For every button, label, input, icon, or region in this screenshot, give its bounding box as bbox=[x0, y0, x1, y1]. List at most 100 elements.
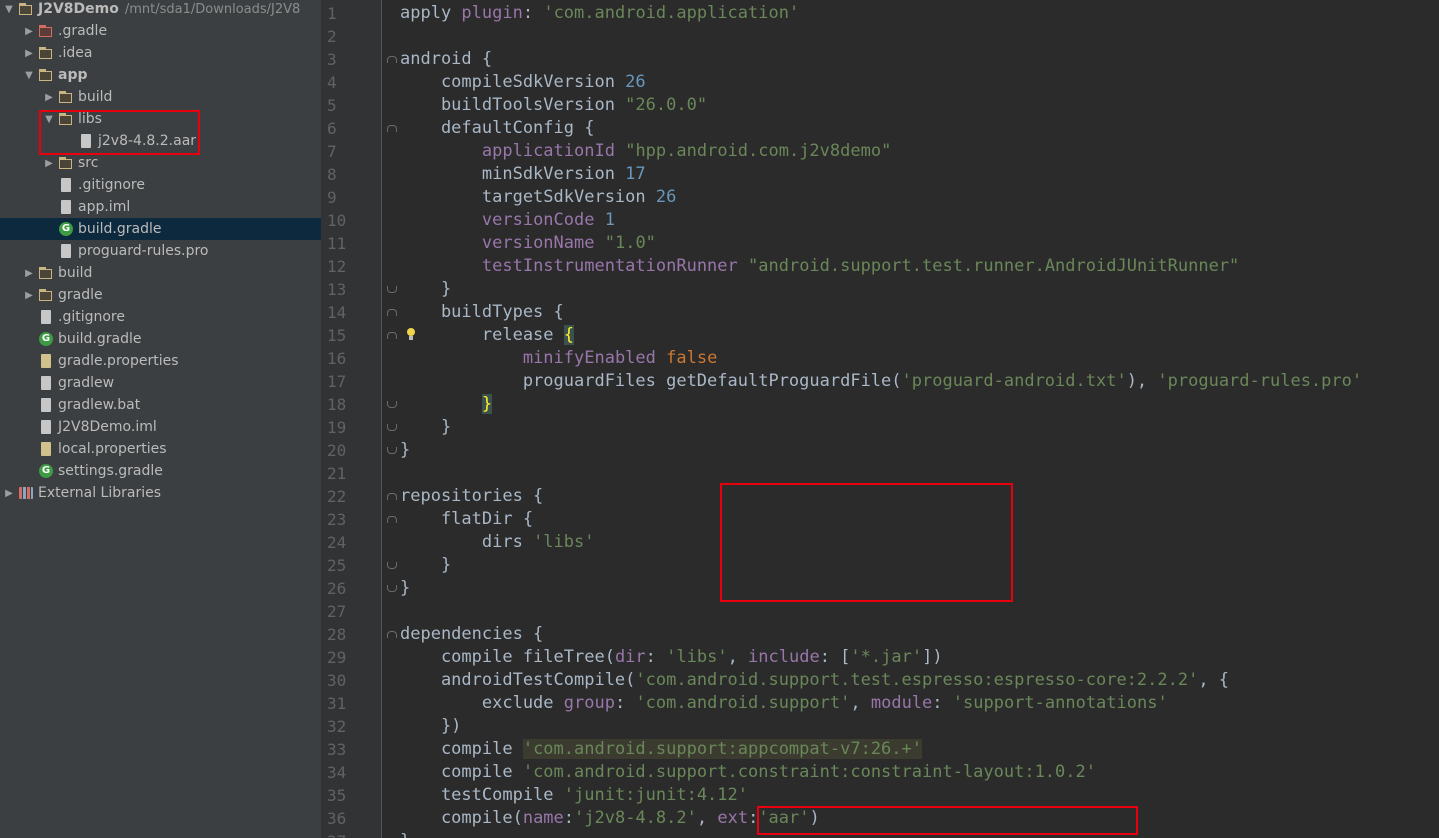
fold-open-icon[interactable] bbox=[387, 491, 397, 501]
code-line: dependencies { bbox=[400, 623, 543, 646]
tree-item[interactable]: gradle.properties bbox=[0, 350, 321, 372]
tree-item-label: .idea bbox=[58, 45, 93, 61]
tree-item[interactable]: gradlew.bat bbox=[0, 394, 321, 416]
code-line: apply plugin: 'com.android.application' bbox=[400, 2, 799, 25]
code-token: minSdkVersion bbox=[400, 164, 626, 184]
tree-item[interactable]: ▶ .idea bbox=[0, 42, 321, 64]
code-line: } bbox=[400, 830, 410, 838]
tree-item[interactable]: ▶ src bbox=[0, 152, 321, 174]
folder-icon bbox=[38, 24, 54, 38]
tree-item[interactable]: build.gradle bbox=[0, 328, 321, 350]
fold-close-icon[interactable] bbox=[387, 284, 397, 294]
collapse-arrow-icon[interactable]: ▼ bbox=[44, 113, 54, 125]
tree-item[interactable]: .gitignore bbox=[0, 174, 321, 196]
tree-item[interactable]: J2V8Demo.iml bbox=[0, 416, 321, 438]
code-token: ) bbox=[809, 808, 820, 828]
tree-item[interactable]: j2v8-4.8.2.aar bbox=[0, 130, 321, 152]
fold-close-icon[interactable] bbox=[387, 399, 397, 409]
code-token: dirs bbox=[400, 532, 534, 552]
line-number: 19 bbox=[327, 418, 347, 437]
tree-item-label: gradlew.bat bbox=[58, 397, 141, 413]
code-token: : bbox=[614, 693, 636, 713]
fold-close-icon[interactable] bbox=[387, 583, 397, 593]
code-token: versionCode bbox=[481, 210, 595, 230]
file-icon bbox=[58, 244, 74, 258]
code-line: defaultConfig { bbox=[400, 117, 595, 140]
folder-icon bbox=[38, 68, 54, 82]
fold-open-icon[interactable] bbox=[387, 514, 397, 524]
code-line: android { bbox=[400, 48, 492, 71]
no-arrow bbox=[24, 333, 34, 345]
tree-item[interactable]: local.properties bbox=[0, 438, 321, 460]
line-number: 37 bbox=[321, 830, 375, 838]
tree-item[interactable]: ▶ .gradle bbox=[0, 20, 321, 42]
collapse-arrow-icon[interactable]: ▼ bbox=[24, 69, 34, 81]
code-token: 'proguard-rules.pro' bbox=[1157, 371, 1363, 391]
code-token: 'com.android.support.test.espresso:espre… bbox=[635, 670, 1199, 690]
tree-item[interactable]: ▶ build bbox=[0, 262, 321, 284]
fold-open-icon[interactable] bbox=[387, 123, 397, 133]
tree-item[interactable]: ▶ External Libraries bbox=[0, 482, 321, 504]
expand-arrow-icon[interactable]: ▶ bbox=[24, 25, 34, 37]
expand-arrow-icon[interactable]: ▶ bbox=[24, 267, 34, 279]
code-token: }) bbox=[400, 716, 462, 736]
file-icon bbox=[38, 398, 54, 412]
expand-arrow-icon[interactable]: ▶ bbox=[4, 487, 14, 499]
fold-close-icon[interactable] bbox=[387, 445, 397, 455]
code-token: group bbox=[563, 693, 615, 713]
expand-arrow-icon[interactable]: ▶ bbox=[44, 91, 54, 103]
tree-item-label: gradlew bbox=[58, 375, 115, 391]
fold-open-icon[interactable] bbox=[387, 307, 397, 317]
code-line: versionName "1.0" bbox=[400, 232, 656, 255]
tree-item[interactable]: ▼ app bbox=[0, 64, 321, 86]
expand-arrow-icon[interactable]: ▶ bbox=[24, 289, 34, 301]
tree-item[interactable]: ▶ gradle bbox=[0, 284, 321, 306]
code-token: testCompile bbox=[400, 785, 564, 805]
code-editor[interactable]: 1 2 3 4 5 6 7 8 9 10 11 12 13 14 15 16 17 18 19 20 21 22 23 24 2… bbox=[321, 0, 1439, 838]
fold-open-icon[interactable] bbox=[387, 54, 397, 64]
line-number: 22 bbox=[327, 487, 347, 506]
no-arrow bbox=[44, 223, 54, 235]
tree-item[interactable]: build.gradle bbox=[0, 218, 321, 240]
code-token: 'com.android.application' bbox=[543, 3, 800, 23]
code-line: buildToolsVersion "26.0.0" bbox=[400, 94, 707, 117]
no-arrow bbox=[44, 179, 54, 191]
tree-item[interactable]: ▼ J2V8Demo/mnt/sda1/Downloads/J2V8 bbox=[0, 0, 321, 20]
code-token: testInstrumentationRunner bbox=[481, 256, 738, 276]
fold-close-icon[interactable] bbox=[387, 560, 397, 570]
tree-item[interactable]: app.iml bbox=[0, 196, 321, 218]
line-number: 13 bbox=[327, 280, 347, 299]
expand-arrow-icon[interactable]: ▶ bbox=[24, 47, 34, 59]
code-token: false bbox=[666, 348, 718, 368]
expand-arrow-icon[interactable]: ▶ bbox=[44, 157, 54, 169]
code-token: : bbox=[645, 647, 667, 667]
code-line: dirs 'libs' bbox=[400, 531, 595, 554]
tree-item[interactable]: .gitignore bbox=[0, 306, 321, 328]
code-line: minifyEnabled false bbox=[400, 347, 718, 370]
code-line: targetSdkVersion 26 bbox=[400, 186, 676, 209]
file-icon bbox=[58, 200, 74, 214]
code-token: } bbox=[400, 555, 452, 575]
code-token: : bbox=[563, 808, 575, 828]
code-token: : bbox=[748, 808, 759, 828]
fold-open-icon[interactable] bbox=[387, 629, 397, 639]
line-number: 4 bbox=[327, 73, 337, 92]
code-token: 1 bbox=[604, 210, 615, 230]
code-token: applicationId bbox=[481, 141, 615, 161]
tree-item[interactable]: gradlew bbox=[0, 372, 321, 394]
tree-item[interactable]: ▶ build bbox=[0, 86, 321, 108]
tree-item[interactable]: settings.gradle bbox=[0, 460, 321, 482]
collapse-arrow-icon[interactable]: ▼ bbox=[4, 3, 14, 15]
code-token: , bbox=[696, 808, 718, 828]
code-token: 'com.android.support.constraint:constrai… bbox=[522, 762, 1096, 782]
code-token: dir bbox=[614, 647, 646, 667]
tree-item[interactable]: proguard-rules.pro bbox=[0, 240, 321, 262]
tree-item[interactable]: ▼ libs bbox=[0, 108, 321, 130]
fold-close-icon[interactable] bbox=[387, 422, 397, 432]
fold-open-icon[interactable] bbox=[387, 330, 397, 340]
code-line: testCompile 'junit:junit:4.12' bbox=[400, 784, 748, 807]
code-token: compile bbox=[400, 762, 523, 782]
